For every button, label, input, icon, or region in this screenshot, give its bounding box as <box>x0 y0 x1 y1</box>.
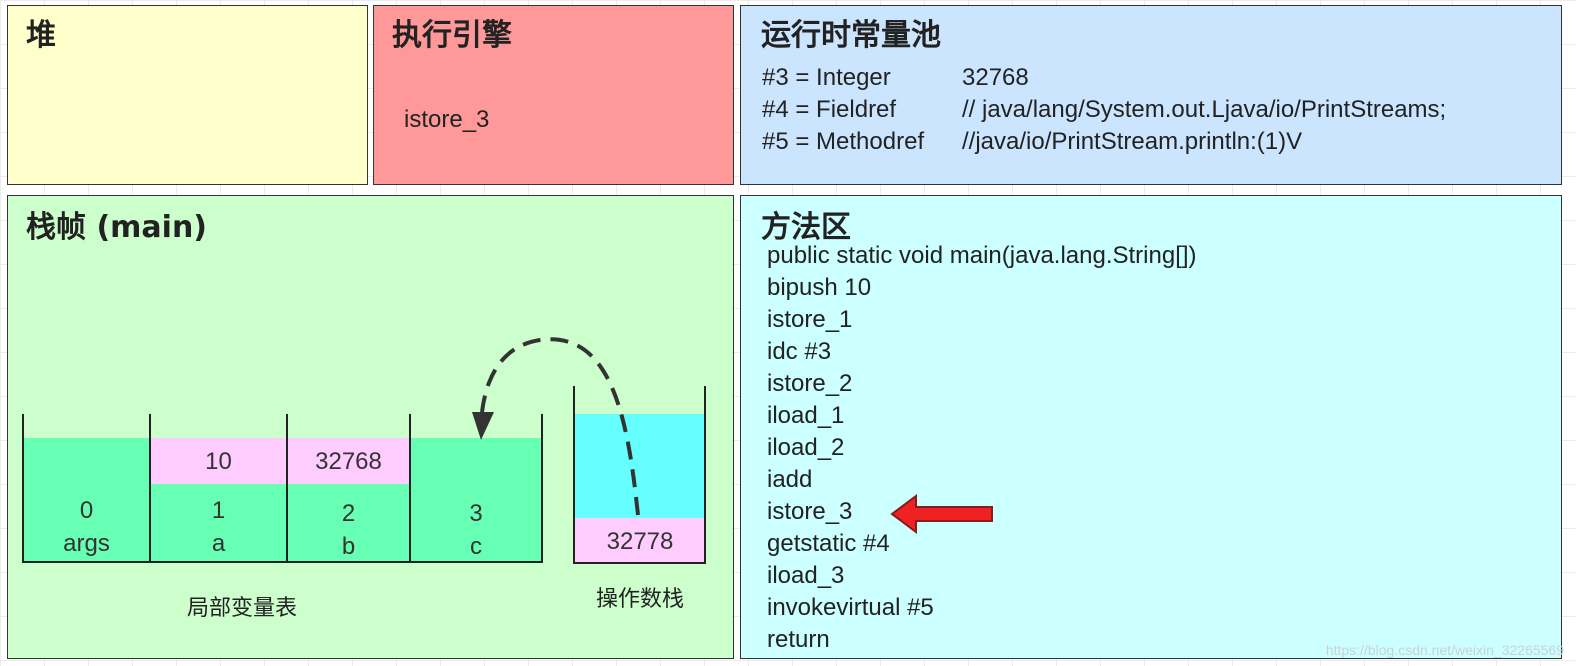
instruction: iload_3 <box>767 562 845 589</box>
instruction: istore_1 <box>767 306 853 333</box>
heap-title: 堆 <box>26 18 56 53</box>
operand-stack-bottom <box>573 562 706 564</box>
slot-index: 2 <box>341 500 356 527</box>
table-baseline <box>22 561 543 563</box>
execution-engine-title: 执行引擎 <box>392 18 512 53</box>
slot-divider <box>541 414 543 563</box>
instruction: istore_2 <box>767 370 853 397</box>
pool-entry-key: #5 = Methodref <box>762 128 925 155</box>
instruction: iadd <box>767 466 813 493</box>
instruction: iload_1 <box>767 402 845 429</box>
instruction: idc #3 <box>767 338 832 365</box>
slot-value: 10 <box>205 448 232 475</box>
pool-entry-value: //java/io/PrintStream.println:(1)V <box>962 128 1303 155</box>
heap-panel: 堆 <box>7 5 368 185</box>
watermark: https://blog.csdn.net/weixin_32265569 <box>1325 642 1564 658</box>
local-variable-table-label: 局部变量表 <box>186 596 297 621</box>
pool-entry-value: 32768 <box>962 64 1029 91</box>
instruction: return <box>767 626 830 653</box>
stack-frame-title: 栈帧 (main) <box>26 210 208 245</box>
instruction: bipush 10 <box>767 274 872 301</box>
slot-index: 3 <box>469 500 483 527</box>
pool-entry-key: #3 = Integer <box>762 64 891 91</box>
slot-name: a <box>211 530 226 557</box>
pool-entry-value: // java/lang/System.out.Ljava/io/PrintSt… <box>962 96 1447 123</box>
execution-engine-panel: 执行引擎 istore_3 <box>373 5 734 185</box>
constant-pool-title: 运行时常量池 <box>761 18 941 53</box>
pointer-arrow-shape <box>890 494 993 534</box>
constant-pool-panel: 运行时常量池 #3 = Integer 32768 #4 = Fieldref … <box>740 5 1562 185</box>
slot-index: 0 <box>79 497 94 524</box>
slot-name: args <box>63 530 110 557</box>
slot-index: 1 <box>211 497 226 524</box>
pointer-arrow-icon <box>890 494 993 534</box>
current-instruction: istore_3 <box>404 106 490 133</box>
slot-name: b <box>341 533 356 560</box>
operand-stack-label: 操作数栈 <box>595 587 684 612</box>
method-signature: public static void main(java.lang.String… <box>767 242 1197 269</box>
method-area-panel: 方法区 public static void main(java.lang.St… <box>740 195 1562 659</box>
instruction-list: public static void main(java.lang.String… <box>767 240 1197 656</box>
operand-stack-free-space <box>575 414 705 518</box>
instruction: iload_2 <box>767 434 845 461</box>
pool-entry-key: #4 = Fieldref <box>762 96 897 123</box>
slot-value: 32768 <box>315 448 382 475</box>
instruction: invokevirtual #5 <box>767 594 934 621</box>
slot-name: c <box>470 533 482 560</box>
operand-stack-value: 32778 <box>606 528 674 555</box>
